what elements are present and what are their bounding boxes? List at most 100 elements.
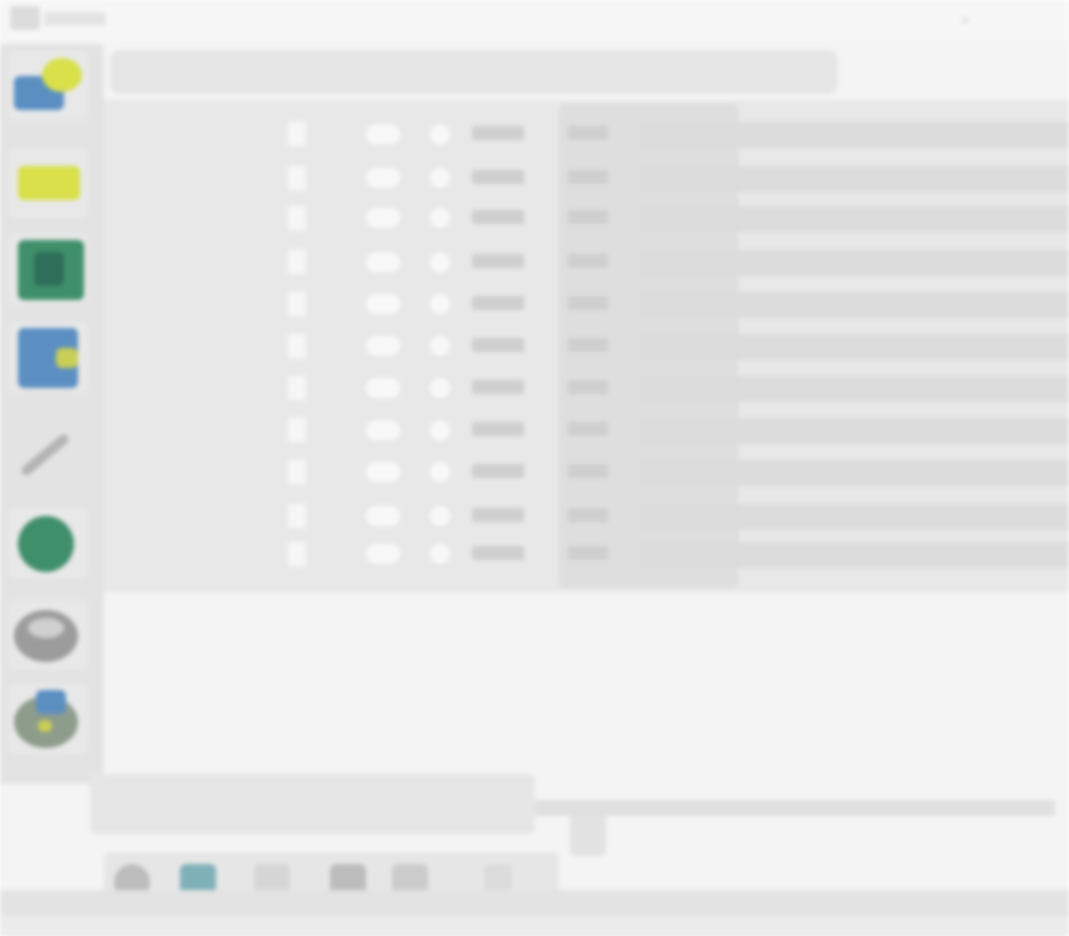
row-flag[interactable] (430, 124, 450, 144)
row-col-a (248, 422, 268, 436)
dock-item-globe[interactable] (8, 508, 88, 578)
row-toggle[interactable] (366, 208, 400, 228)
row-value-text (568, 254, 608, 268)
row-flag[interactable] (430, 420, 450, 440)
dock-item-weather[interactable] (8, 50, 88, 120)
row-flag[interactable] (430, 378, 450, 398)
row-value-text (568, 546, 608, 560)
table-row[interactable] (104, 536, 1069, 572)
row-toggle[interactable] (366, 124, 400, 144)
toolbar-item[interactable] (136, 65, 222, 77)
row-col-a (248, 296, 268, 310)
dock-item-pen[interactable] (8, 424, 88, 494)
row-toggle[interactable] (366, 252, 400, 272)
row-status-text (472, 254, 524, 268)
table-row[interactable] (104, 244, 1069, 280)
row-toggle[interactable] (366, 294, 400, 314)
row-status-text (472, 464, 524, 478)
table-row[interactable] (104, 160, 1069, 196)
doc-accent-icon (56, 348, 78, 368)
row-flag[interactable] (430, 506, 450, 526)
status-divider (0, 890, 1069, 916)
row-stripe (640, 334, 1069, 360)
row-checkbox[interactable] (288, 542, 306, 566)
row-flag[interactable] (430, 168, 450, 188)
row-col-b (328, 338, 348, 352)
row-stripe (640, 292, 1069, 318)
row-status-text (472, 380, 524, 394)
row-value-text (568, 338, 608, 352)
row-col-b (328, 170, 348, 184)
row-checkbox[interactable] (288, 460, 306, 484)
row-col-b (328, 422, 348, 436)
row-checkbox[interactable] (288, 376, 306, 400)
table-row[interactable] (104, 412, 1069, 448)
bottom-tab[interactable] (342, 800, 408, 814)
toolbar-item[interactable] (544, 65, 638, 77)
table-row[interactable] (104, 328, 1069, 364)
row-col-a (248, 254, 268, 268)
row-checkbox[interactable] (288, 206, 306, 230)
horizontal-divider (535, 800, 1055, 816)
bottom-tab[interactable] (440, 800, 514, 814)
row-status-text (472, 508, 524, 522)
toolbar-item[interactable] (662, 65, 724, 77)
toolbar-item[interactable] (286, 65, 392, 77)
toolbar-item[interactable] (250, 65, 270, 77)
toolbar-item[interactable] (472, 65, 522, 77)
row-toggle[interactable] (366, 462, 400, 482)
row-checkbox[interactable] (288, 334, 306, 358)
row-toggle[interactable] (366, 378, 400, 398)
row-col-b (328, 254, 348, 268)
bottom-tab[interactable] (118, 800, 210, 814)
table-row[interactable] (104, 200, 1069, 236)
row-flag[interactable] (430, 462, 450, 482)
row-col-a (248, 170, 268, 184)
row-stripe (640, 418, 1069, 444)
row-checkbox[interactable] (288, 418, 306, 442)
row-checkbox[interactable] (288, 292, 306, 316)
row-checkbox[interactable] (288, 122, 306, 146)
data-table (104, 100, 1069, 592)
row-flag[interactable] (430, 336, 450, 356)
row-toggle[interactable] (366, 544, 400, 564)
row-flag[interactable] (430, 252, 450, 272)
dock-item-document[interactable] (8, 322, 88, 392)
row-col-a (248, 338, 268, 352)
row-stripe (640, 166, 1069, 192)
dock-item-spreadsheet[interactable] (8, 234, 88, 304)
close-icon[interactable]: ✕ (960, 14, 970, 28)
table-row[interactable] (104, 370, 1069, 406)
row-toggle[interactable] (366, 420, 400, 440)
row-toggle[interactable] (366, 168, 400, 188)
row-flag[interactable] (430, 208, 450, 228)
row-flag[interactable] (430, 294, 450, 314)
scroll-handle[interactable] (570, 816, 606, 856)
row-checkbox[interactable] (288, 250, 306, 274)
dock-item-stack[interactable] (8, 148, 88, 218)
row-flag[interactable] (430, 544, 450, 564)
toolbar-item[interactable] (424, 65, 442, 77)
table-row[interactable] (104, 498, 1069, 534)
row-stripe (640, 206, 1069, 232)
dock-item-photo[interactable] (8, 684, 88, 754)
row-checkbox[interactable] (288, 504, 306, 528)
bottom-tab[interactable] (246, 800, 312, 814)
row-toggle[interactable] (366, 506, 400, 526)
table-row[interactable] (104, 116, 1069, 152)
status-item (8, 914, 74, 928)
window-title (44, 12, 106, 26)
row-col-a (248, 210, 268, 224)
dock-item-cloud[interactable] (8, 600, 88, 670)
row-col-b (328, 380, 348, 394)
row-status-text (472, 170, 524, 184)
menu-icon[interactable] (10, 6, 40, 30)
row-stripe (640, 542, 1069, 568)
row-value-text (568, 508, 608, 522)
row-col-a (248, 380, 268, 394)
table-row[interactable] (104, 454, 1069, 490)
row-toggle[interactable] (366, 336, 400, 356)
toolbar-item[interactable] (750, 65, 806, 77)
row-checkbox[interactable] (288, 166, 306, 190)
table-row[interactable] (104, 286, 1069, 322)
